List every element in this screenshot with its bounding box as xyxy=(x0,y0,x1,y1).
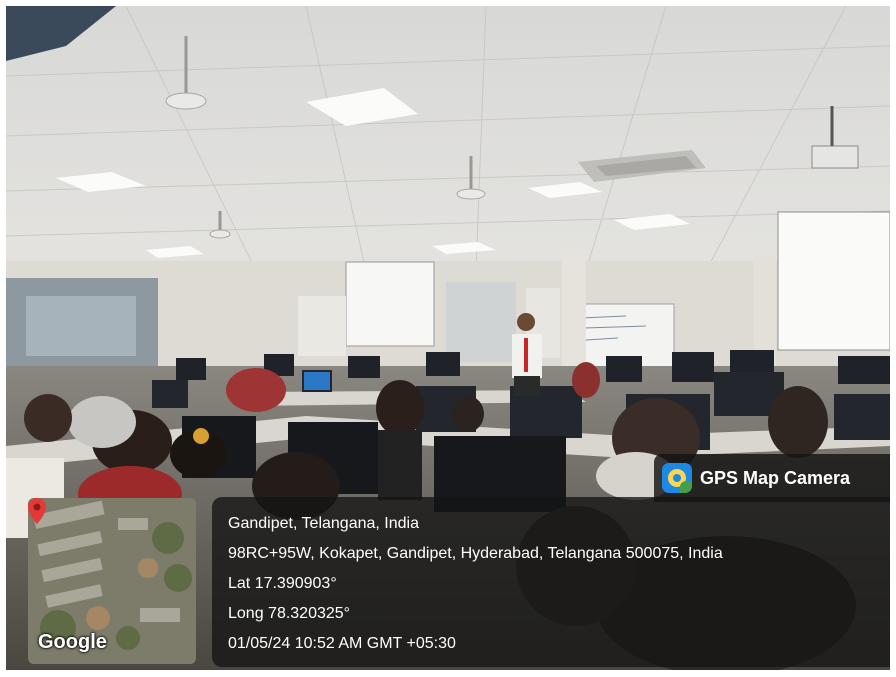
timestamp: 01/05/24 10:52 AM GMT +05:30 xyxy=(228,635,456,652)
location-info-panel: Gandipet, Telangana, India 98RC+95W, Kok… xyxy=(212,497,890,667)
location-pin-icon xyxy=(28,498,46,524)
photo-frame: GPS Map Camera Gandipet, Telangana, Indi… xyxy=(6,6,890,670)
satellite-map-thumbnail: Google xyxy=(28,498,196,664)
map-provider-label: Google xyxy=(38,631,107,653)
gps-map-camera-icon xyxy=(662,463,692,493)
longitude: Long 78.320325° xyxy=(228,605,351,622)
gps-badge-title: GPS Map Camera xyxy=(700,467,851,488)
place-name: Gandipet, Telangana, India xyxy=(228,515,419,532)
full-address: 98RC+95W, Kokapet, Gandipet, Hyderabad, … xyxy=(228,545,723,562)
gps-map-camera-badge: GPS Map Camera xyxy=(654,454,890,502)
latitude: Lat 17.390903° xyxy=(228,575,337,592)
